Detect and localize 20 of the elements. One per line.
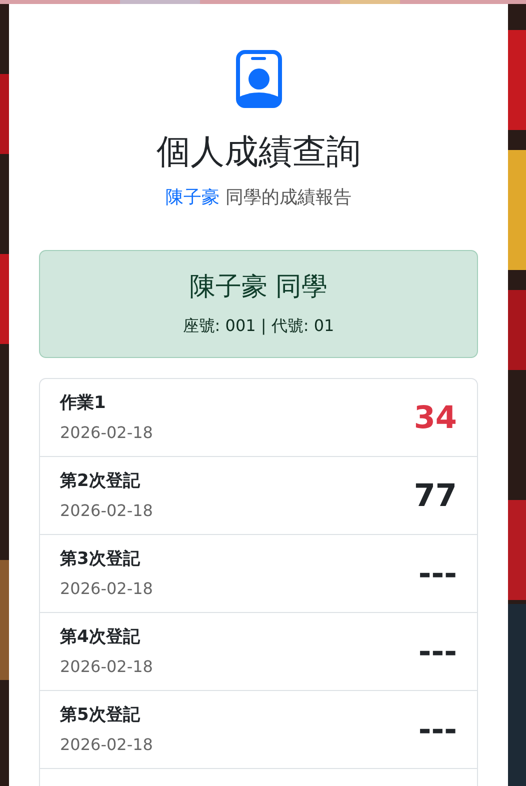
student-name: 陳子豪 同學: [189, 271, 328, 304]
item-title: 第5次登記: [60, 704, 141, 726]
score: ---: [418, 712, 457, 748]
item-title: 第4次登記: [60, 626, 141, 648]
item-date: 2026-02-18: [60, 734, 153, 756]
subtitle: 陳子豪 同學的成績報告: [166, 186, 352, 210]
score: 77: [414, 478, 457, 514]
score: ---: [418, 634, 457, 670]
item-date: 2026-02-18: [60, 500, 153, 522]
item-title: 作業1: [60, 392, 107, 414]
page-title: 個人成績查詢: [156, 131, 360, 174]
score: 34: [414, 400, 457, 436]
item-title: 第3次登記: [60, 548, 141, 570]
item-date: 2026-02-18: [60, 656, 153, 678]
student-info: 座號: 001 | 代號: 01: [182, 315, 334, 337]
score: ---: [418, 556, 457, 592]
id-badge-icon: [236, 50, 282, 108]
item-title: 第2次登記: [60, 470, 141, 492]
item-date: 2026-02-18: [60, 578, 153, 600]
item-date: 2026-02-18: [60, 422, 153, 444]
